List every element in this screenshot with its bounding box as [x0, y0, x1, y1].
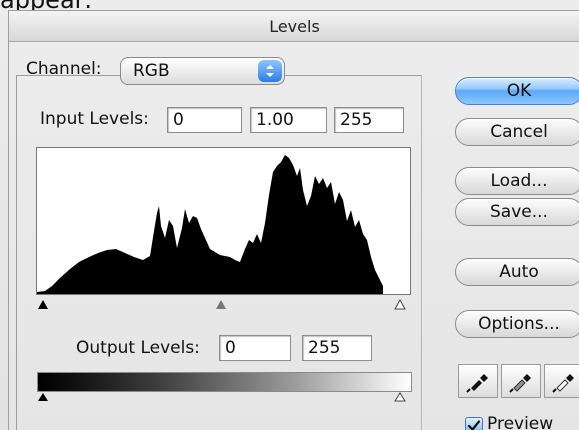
input-white-slider[interactable]: [394, 298, 406, 310]
eyedropper-group: [458, 364, 579, 398]
ok-button[interactable]: OK: [455, 77, 579, 105]
channel-select-value: RGB: [133, 61, 170, 81]
cancel-button-label: Cancel: [490, 122, 548, 142]
input-gamma-slider[interactable]: [216, 300, 226, 309]
title-bar: Levels: [9, 11, 579, 42]
load-button-label: Load...: [490, 171, 548, 191]
auto-button[interactable]: Auto: [455, 258, 579, 286]
auto-button-label: Auto: [499, 262, 539, 282]
histogram-chart: [37, 155, 383, 294]
up-down-arrows-icon: [258, 60, 282, 82]
input-levels-black-field[interactable]: 0: [167, 107, 242, 133]
output-levels-black-value: 0: [225, 338, 236, 358]
channel-label: Channel:: [26, 59, 102, 79]
input-levels-gamma-field[interactable]: 1.00: [250, 107, 327, 133]
input-levels-label: Input Levels:: [40, 109, 149, 129]
output-levels-white-field[interactable]: 255: [302, 335, 372, 361]
input-levels-black-value: 0: [173, 110, 184, 130]
preview-label: Preview: [487, 414, 554, 430]
histogram-display: [36, 147, 411, 295]
load-button[interactable]: Load...: [455, 167, 579, 195]
checkmark-icon: [467, 420, 481, 430]
window-title: Levels: [269, 17, 320, 36]
output-white-slider[interactable]: [394, 392, 406, 402]
eyedropper-gray-icon[interactable]: [501, 364, 541, 398]
save-button[interactable]: Save...: [455, 198, 579, 226]
histogram-shape: [37, 155, 383, 294]
output-levels-black-field[interactable]: 0: [219, 335, 291, 361]
ok-button-label: OK: [506, 81, 532, 101]
channel-select[interactable]: RGB: [120, 57, 285, 85]
output-levels-white-value: 255: [308, 338, 341, 358]
eyedropper-white-icon[interactable]: [544, 364, 579, 398]
input-slider-row: [35, 295, 411, 311]
eyedropper-black-icon[interactable]: [458, 364, 498, 398]
input-black-slider[interactable]: [38, 300, 48, 309]
levels-dialog-window: Levels Channel: RGB Input Levels: 0 1.00…: [8, 10, 579, 430]
save-button-label: Save...: [490, 202, 548, 222]
options-button-label: Options...: [478, 314, 560, 334]
output-levels-label: Output Levels:: [76, 338, 200, 358]
preview-checkbox[interactable]: [465, 417, 483, 430]
output-slider-row: [35, 389, 411, 405]
levels-dialog-screen: appear: Levels Channel: RGB Input Levels…: [0, 0, 579, 430]
output-black-slider[interactable]: [38, 393, 48, 401]
input-levels-white-value: 255: [340, 110, 373, 130]
options-button[interactable]: Options...: [455, 310, 579, 338]
cancel-button[interactable]: Cancel: [455, 118, 579, 146]
input-levels-white-field[interactable]: 255: [334, 107, 404, 133]
input-levels-gamma-value: 1.00: [256, 110, 294, 130]
